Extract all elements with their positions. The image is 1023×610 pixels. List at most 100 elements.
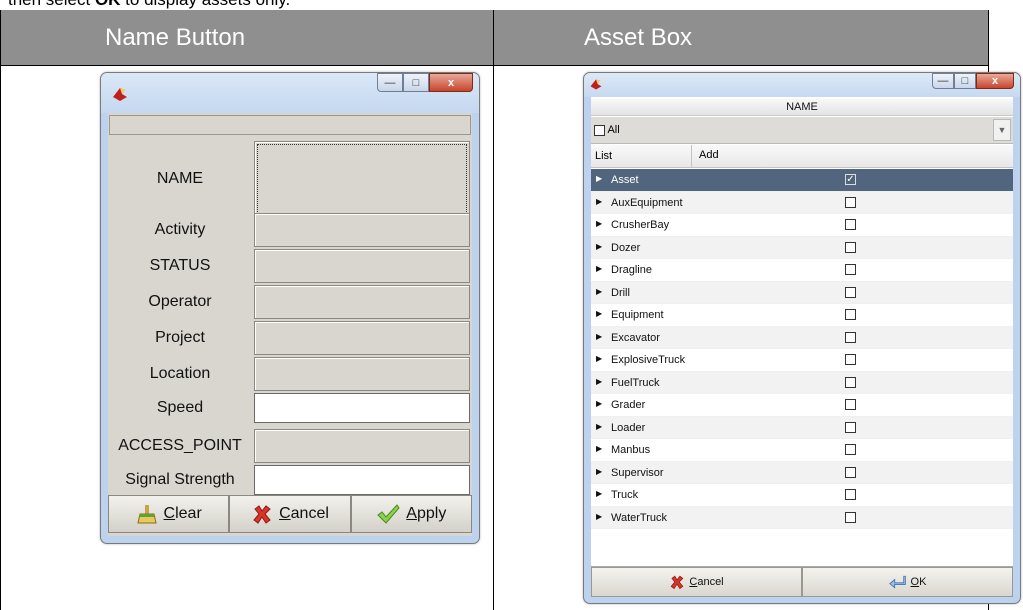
name-button-dialog: — □ x NAME Activity STATUS Operator Project L… <box>100 72 480 544</box>
maximize-button[interactable]: □ <box>954 73 976 89</box>
value-field[interactable] <box>254 213 470 247</box>
expand-arrow-icon[interactable]: ▶ <box>596 377 602 386</box>
field-row: Speed <box>108 393 472 423</box>
all-checkbox[interactable] <box>594 124 605 136</box>
list-item[interactable]: ▶ Excavator <box>591 326 1013 349</box>
add-checkbox[interactable] <box>845 489 856 500</box>
expand-arrow-icon[interactable]: ▶ <box>596 467 602 476</box>
expand-arrow-icon[interactable]: ▶ <box>596 444 602 453</box>
column-list[interactable]: List <box>595 150 612 162</box>
add-checkbox[interactable] <box>845 354 856 365</box>
field-row: Signal Strength <box>108 465 472 495</box>
list-item[interactable]: ▶ AuxEquipment <box>591 191 1013 214</box>
clear-button[interactable]: Clear <box>108 495 230 533</box>
add-checkbox[interactable] <box>845 196 856 208</box>
list-item[interactable]: ▶ Drill <box>591 281 1013 304</box>
all-label: All <box>607 124 620 136</box>
list-item[interactable]: ▶ CrusherBay <box>591 214 1013 237</box>
value-field[interactable] <box>254 141 470 217</box>
item-name: AuxEquipment <box>611 196 683 209</box>
item-name: Manbus <box>611 444 651 456</box>
close-button[interactable]: x <box>429 73 473 92</box>
list-item[interactable]: ▶ Grader <box>591 394 1013 417</box>
dropdown-arrow-icon[interactable]: ▼ <box>993 119 1011 141</box>
field-label: Activity <box>154 221 206 238</box>
add-checkbox[interactable] <box>845 444 856 455</box>
list-item[interactable]: ▶ Supervisor <box>591 461 1013 484</box>
checkmark-icon <box>377 504 400 524</box>
list-column-header: List Add <box>591 145 1013 168</box>
expand-arrow-icon[interactable]: ▶ <box>596 197 602 206</box>
ok-button[interactable]: OK <box>802 567 1013 597</box>
red-x-icon <box>253 505 271 524</box>
close-button[interactable]: x <box>976 73 1014 89</box>
value-field[interactable] <box>254 249 470 283</box>
value-field[interactable] <box>254 321 470 355</box>
app-icon <box>113 88 127 101</box>
add-checkbox[interactable] <box>845 399 856 410</box>
text-input[interactable] <box>254 393 470 423</box>
window-controls: — □ x <box>932 73 1014 89</box>
list-item[interactable]: ▶ Dragline <box>591 259 1013 282</box>
list-item[interactable]: ▶ ExplosiveTruck <box>591 349 1013 372</box>
expand-arrow-icon[interactable]: ▶ <box>596 512 602 521</box>
maximize-button[interactable]: □ <box>403 73 429 92</box>
add-checkbox[interactable] <box>845 376 856 388</box>
expand-arrow-icon[interactable]: ▶ <box>596 489 602 498</box>
add-checkbox[interactable]: ✓ <box>845 174 856 185</box>
add-checkbox[interactable] <box>845 219 856 230</box>
expand-arrow-icon[interactable]: ▶ <box>596 242 602 251</box>
titlebar: — □ x <box>101 73 479 113</box>
expand-arrow-icon[interactable]: ▶ <box>596 354 602 363</box>
field-row: NAME <box>108 141 472 217</box>
apply-button[interactable]: Apply <box>350 495 472 533</box>
minimize-button[interactable]: — <box>377 73 403 92</box>
app-icon <box>590 79 602 90</box>
list-item[interactable]: ▶ Loader <box>591 416 1013 439</box>
item-name: CrusherBay <box>611 219 670 231</box>
list-item[interactable]: ▶ Truck <box>591 484 1013 507</box>
text-input[interactable] <box>254 465 470 495</box>
field-label: STATUS <box>149 257 211 274</box>
add-checkbox[interactable] <box>845 421 856 433</box>
item-name: Dragline <box>611 264 652 276</box>
list-item[interactable]: ▶ Manbus <box>591 439 1013 462</box>
expand-arrow-icon[interactable]: ▶ <box>596 332 602 341</box>
expand-arrow-icon[interactable]: ▶ <box>596 264 602 273</box>
minimize-button[interactable]: — <box>932 73 954 89</box>
add-checkbox[interactable] <box>845 264 856 275</box>
expand-arrow-icon[interactable]: ▶ <box>596 174 602 183</box>
asset-box-dialog: — □ x NAME All ▼ List Add ▶ Asset ✓ ▶ AuxEqu… <box>583 72 1021 604</box>
value-field[interactable] <box>254 429 470 463</box>
expand-arrow-icon[interactable]: ▶ <box>596 219 602 228</box>
column-header-right: Asset Box <box>494 10 988 66</box>
expand-arrow-icon[interactable]: ▶ <box>596 399 602 408</box>
add-checkbox[interactable] <box>845 286 856 298</box>
item-name: ExplosiveTruck <box>611 354 686 366</box>
value-field[interactable] <box>254 357 470 391</box>
expand-arrow-icon[interactable]: ▶ <box>596 309 602 318</box>
expand-arrow-icon[interactable]: ▶ <box>596 422 602 431</box>
list-item[interactable]: ▶ Dozer <box>591 236 1013 259</box>
list-item[interactable]: ▶ WaterTruck <box>591 506 1013 529</box>
column-add[interactable]: Add <box>699 149 719 161</box>
field-label: Signal Strength <box>125 471 235 488</box>
add-checkbox[interactable] <box>845 511 856 523</box>
expand-arrow-icon[interactable]: ▶ <box>596 287 602 296</box>
field-label: ACCESS_POINT <box>118 437 242 454</box>
item-name: Truck <box>611 489 639 501</box>
add-checkbox[interactable] <box>845 309 856 320</box>
add-checkbox[interactable] <box>845 241 856 253</box>
cancel-button[interactable]: Cancel <box>591 567 802 597</box>
list-item[interactable]: ▶ Asset ✓ <box>591 169 1013 192</box>
list-item[interactable]: ▶ FuelTruck <box>591 371 1013 394</box>
field-label: NAME <box>156 170 204 187</box>
cancel-button[interactable]: Cancel <box>229 495 351 533</box>
add-checkbox[interactable] <box>845 466 856 478</box>
add-checkbox[interactable] <box>845 331 856 343</box>
field-label: Location <box>149 365 211 382</box>
list-item[interactable]: ▶ Equipment <box>591 304 1013 327</box>
value-field[interactable] <box>254 285 470 319</box>
item-name: Excavator <box>611 331 660 344</box>
asset-list: ▶ Asset ✓ ▶ AuxEquipment ▶ CrusherBay ▶ Dozer ▶ Dr… <box>591 169 1013 529</box>
